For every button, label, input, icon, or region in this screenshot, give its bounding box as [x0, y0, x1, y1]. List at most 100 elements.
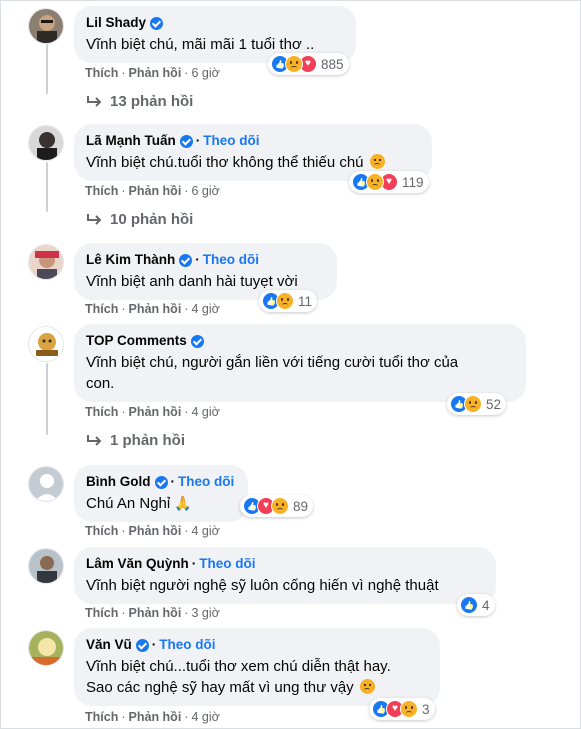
view-replies-button[interactable]: 10 phản hồi — [86, 211, 193, 228]
follow-button[interactable]: Theo dõi — [159, 636, 215, 654]
reaction-summary[interactable]: 119 — [349, 171, 429, 193]
follow-button[interactable]: Theo dõi — [203, 132, 259, 150]
comment-text: Vĩnh biệt người nghệ sỹ luôn cống hiến v… — [86, 577, 439, 594]
like-link[interactable]: Thích — [85, 606, 118, 620]
comment-actions: Thích · Phản hồi · 6 giờ — [85, 184, 220, 198]
verified-badge-icon — [135, 638, 149, 652]
timestamp[interactable]: 4 giờ — [191, 302, 219, 316]
commenter-name[interactable]: Lê Kim Thành — [86, 251, 175, 269]
comment-text: Vĩnh biệt chú...tuổi thơ xem chú diễn th… — [86, 656, 428, 698]
commenter-name[interactable]: Lil Shady — [86, 14, 146, 32]
commenter-name[interactable]: Văn Vũ — [86, 636, 132, 654]
reply-arrow-icon — [87, 213, 102, 225]
comment-actions: Thích · Phản hồi · 3 giờ — [85, 606, 220, 620]
like-link[interactable]: Thích — [85, 302, 118, 316]
avatar[interactable] — [28, 548, 64, 584]
sad-emoji-icon — [359, 679, 375, 694]
comment-actions: Thích · Phản hồi · 4 giờ — [85, 524, 220, 538]
timestamp[interactable]: 4 giờ — [191, 524, 219, 538]
comment-text-line: Sao các nghệ sỹ hay mất vì ung thư vậy — [86, 677, 428, 698]
verified-badge-icon — [150, 16, 164, 30]
thread-line — [46, 162, 48, 212]
reaction-count: 4 — [482, 597, 490, 613]
comment-text-content: Vĩnh biệt chú.tuổi thơ không thể thiếu c… — [86, 154, 364, 171]
commenter-name[interactable]: TOP Comments — [86, 332, 187, 350]
reaction-count: 11 — [298, 293, 313, 309]
comment-actions: Thích · Phản hồi · 6 giờ — [85, 66, 220, 80]
replies-count: 1 phản hồi — [110, 432, 185, 449]
comment-bubble: Bình Gold · Theo dõi Chú An Nghỉ 🙏 — [74, 465, 248, 522]
verified-badge-icon — [154, 475, 168, 489]
sad-reaction-icon — [276, 292, 294, 310]
avatar[interactable] — [28, 630, 64, 666]
reply-arrow-icon — [87, 434, 102, 446]
sad-reaction-icon — [366, 173, 384, 191]
commenter-name[interactable]: Lã Mạnh Tuấn — [86, 132, 176, 150]
reaction-count: 52 — [486, 396, 502, 412]
reaction-summary[interactable]: 4 — [457, 594, 495, 616]
reply-link[interactable]: Phản hồi — [129, 524, 182, 538]
comment-text-line: con. — [86, 375, 115, 392]
reply-link[interactable]: Phản hồi — [129, 405, 182, 419]
avatar[interactable] — [28, 466, 64, 502]
reply-link[interactable]: Phản hồi — [129, 606, 182, 620]
reaction-summary[interactable]: 89 — [240, 495, 314, 517]
comment-text: Vĩnh biệt anh danh hài tuyẹt vời — [86, 273, 298, 290]
reply-arrow-icon — [87, 95, 102, 107]
avatar[interactable] — [28, 244, 64, 280]
reaction-count: 89 — [293, 498, 309, 514]
reaction-summary[interactable]: 11 — [259, 290, 318, 312]
comment-text-content: Sao các nghệ sỹ hay mất vì ung thư vậy — [86, 679, 354, 696]
view-replies-button[interactable]: 1 phản hồi — [86, 432, 185, 449]
comment-text-line: Vĩnh biệt chú...tuổi thơ xem chú diễn th… — [86, 658, 391, 675]
avatar[interactable] — [28, 8, 64, 44]
like-link[interactable]: Thích — [85, 710, 118, 724]
like-reaction-icon — [460, 596, 478, 614]
comment-bubble: Lâm Văn Quỳnh · Theo dõi Vĩnh biệt người… — [74, 547, 496, 604]
timestamp[interactable]: 6 giờ — [191, 184, 219, 198]
reply-link[interactable]: Phản hồi — [129, 710, 182, 724]
follow-button[interactable]: Theo dõi — [178, 473, 234, 491]
follow-button[interactable]: Theo dõi — [199, 555, 255, 573]
sad-emoji-icon — [369, 154, 385, 169]
avatar[interactable] — [28, 326, 64, 362]
verified-badge-icon — [190, 334, 204, 348]
thread-line — [46, 363, 48, 435]
verified-badge-icon — [179, 253, 193, 267]
comment-text-content: Chú An Nghỉ — [86, 495, 171, 512]
timestamp[interactable]: 4 giờ — [191, 710, 219, 724]
avatar[interactable] — [28, 125, 64, 161]
comment-actions: Thích · Phản hồi · 4 giờ — [85, 302, 220, 316]
like-link[interactable]: Thích — [85, 66, 118, 80]
sad-reaction-icon — [464, 395, 482, 413]
reply-link[interactable]: Phản hồi — [129, 66, 182, 80]
comment-text: Chú An Nghỉ 🙏 — [86, 493, 236, 514]
reaction-summary[interactable]: 52 — [447, 393, 507, 415]
comment-actions: Thích · Phản hồi · 4 giờ — [85, 710, 220, 724]
verified-badge-icon — [179, 134, 193, 148]
view-replies-button[interactable]: 13 phản hồi — [86, 93, 193, 110]
like-link[interactable]: Thích — [85, 524, 118, 538]
praying-hands-icon: 🙏 — [174, 495, 192, 511]
comment-bubble: TOP Comments Vĩnh biệt chú, người gắn li… — [74, 324, 526, 402]
comment-bubble: Văn Vũ · Theo dõi Vĩnh biệt chú...tuổi t… — [74, 628, 440, 706]
follow-button[interactable]: Theo dõi — [203, 251, 259, 269]
like-link[interactable]: Thích — [85, 405, 118, 419]
reaction-count: 885 — [321, 56, 344, 72]
comment-text-line: Vĩnh biệt chú, người gắn liền với tiếng … — [86, 354, 459, 371]
commenter-name[interactable]: Lâm Văn Quỳnh — [86, 555, 189, 573]
comment-text: Vĩnh biệt chú, người gắn liền với tiếng … — [86, 352, 514, 394]
reply-link[interactable]: Phản hồi — [129, 184, 182, 198]
reaction-summary[interactable]: 885 — [268, 53, 349, 75]
replies-count: 10 phản hồi — [110, 211, 194, 228]
timestamp[interactable]: 6 giờ — [191, 66, 219, 80]
like-link[interactable]: Thích — [85, 184, 118, 198]
timestamp[interactable]: 3 giờ — [191, 606, 219, 620]
sad-reaction-icon — [400, 700, 418, 718]
replies-count: 13 phản hồi — [110, 93, 194, 110]
timestamp[interactable]: 4 giờ — [191, 405, 219, 419]
thread-line — [46, 44, 48, 94]
reply-link[interactable]: Phản hồi — [129, 302, 182, 316]
reaction-summary[interactable]: 3 — [369, 698, 435, 720]
commenter-name[interactable]: Bình Gold — [86, 473, 151, 491]
